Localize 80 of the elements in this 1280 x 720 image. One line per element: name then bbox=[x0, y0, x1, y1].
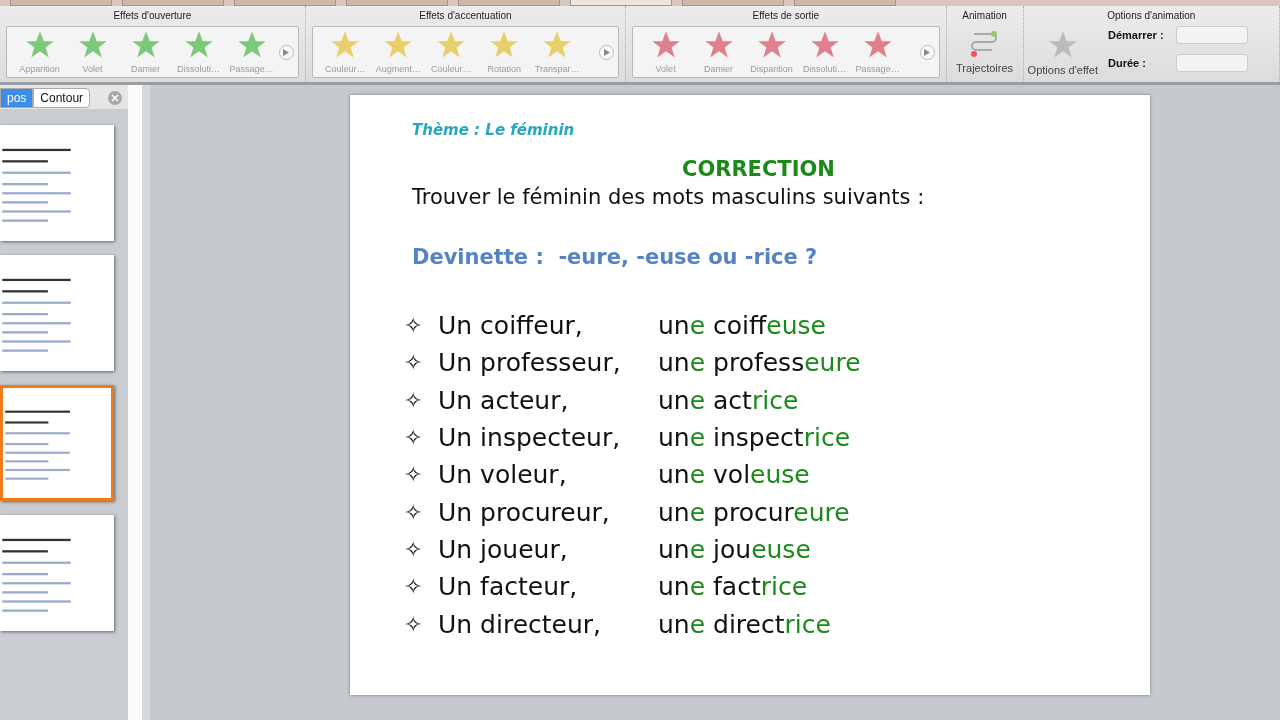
star-icon bbox=[1047, 30, 1078, 60]
bullet-icon: ✧ bbox=[404, 574, 438, 600]
effect-item[interactable]: Transpar… bbox=[530, 30, 584, 74]
effect-options-button[interactable]: Options d'effet bbox=[1027, 24, 1098, 76]
effect-item[interactable]: Dissoluti… bbox=[172, 30, 225, 74]
bullet-icon: ✧ bbox=[404, 611, 438, 637]
feminine-word: une inspectrice bbox=[658, 423, 852, 453]
effect-item[interactable]: Augment… bbox=[371, 30, 425, 74]
masculine-word: Un professeur, bbox=[438, 348, 622, 378]
masculine-word: Un procureur, bbox=[438, 497, 611, 527]
slide-thumbnail[interactable] bbox=[0, 125, 114, 241]
masculine-word: Un facteur, bbox=[438, 572, 579, 602]
field-label: Démarrer : bbox=[1108, 29, 1165, 41]
bullet-icon: ✧ bbox=[404, 462, 438, 488]
effect-item[interactable]: Couleur… bbox=[424, 30, 478, 74]
bullet-icon: ✧ bbox=[404, 350, 438, 376]
start-select[interactable] bbox=[1176, 26, 1248, 44]
effect-item[interactable]: Apparition bbox=[13, 30, 66, 74]
close-icon[interactable] bbox=[108, 91, 122, 105]
effect-item[interactable]: Passage… bbox=[851, 30, 905, 74]
effect-item[interactable]: Rotation bbox=[477, 30, 531, 74]
masculine-word: Un acteur, bbox=[438, 385, 570, 415]
pane-splitter[interactable] bbox=[128, 85, 150, 720]
menu-tab[interactable] bbox=[794, 0, 896, 6]
menu-tab[interactable] bbox=[122, 0, 224, 6]
group-title: Effets d'accentuation bbox=[418, 10, 513, 23]
masculine-word: Un inspecteur, bbox=[438, 423, 622, 453]
instruction-text: Trouver le féminin des mots masculins suivants : bbox=[412, 185, 926, 209]
slide-thumbnail[interactable] bbox=[0, 515, 114, 631]
hint-text: Devinette : -eure, -euse ou -rice ? bbox=[412, 245, 819, 269]
effect-item[interactable]: Damier bbox=[692, 30, 746, 74]
play-icon bbox=[283, 48, 290, 56]
effect-item[interactable]: Volet bbox=[66, 30, 119, 74]
pane-tab[interactable]: pos bbox=[0, 88, 34, 108]
bullet-icon: ✧ bbox=[404, 425, 438, 451]
masculine-word: Un voleur, bbox=[438, 460, 568, 490]
effect-item[interactable]: Dissoluti… bbox=[798, 30, 852, 74]
field-label: Durée : bbox=[1108, 57, 1147, 69]
effect-item[interactable]: Disparition bbox=[745, 30, 799, 74]
bullet-icon: ✧ bbox=[404, 387, 438, 413]
group-title: Animation bbox=[961, 10, 1008, 23]
paths-button[interactable]: Trajectoires bbox=[950, 24, 1019, 74]
bullet-icon: ✧ bbox=[404, 313, 438, 339]
masculine-word: Un directeur, bbox=[438, 609, 602, 639]
masculine-word: Un coiffeur, bbox=[438, 311, 584, 341]
group-title: Effets d'ouverture bbox=[112, 10, 193, 23]
feminine-word: une procureure bbox=[658, 497, 851, 527]
feminine-word: une professeure bbox=[658, 348, 862, 378]
bullet-icon: ✧ bbox=[404, 536, 438, 562]
more-button[interactable] bbox=[599, 44, 615, 60]
menu-tab[interactable] bbox=[458, 0, 560, 6]
feminine-word: une coiffeuse bbox=[658, 311, 827, 341]
slide-thumbnail[interactable] bbox=[0, 385, 114, 501]
menu-tab[interactable] bbox=[234, 0, 336, 6]
more-button[interactable] bbox=[278, 44, 294, 60]
feminine-word: une factrice bbox=[658, 572, 809, 602]
group-title: Options d'animation bbox=[1106, 10, 1197, 23]
menu-tab[interactable] bbox=[346, 0, 448, 6]
menu-tab[interactable] bbox=[682, 0, 784, 6]
feminine-word: une voleuse bbox=[658, 460, 811, 490]
menu-tab[interactable] bbox=[10, 0, 112, 6]
effect-item[interactable]: Damier bbox=[119, 30, 172, 74]
feminine-word: une joueuse bbox=[658, 534, 812, 564]
effect-item[interactable]: Couleur… bbox=[318, 30, 372, 74]
play-icon bbox=[924, 48, 931, 56]
bullet-icon: ✧ bbox=[404, 499, 438, 525]
feminine-word: une actrice bbox=[658, 385, 800, 415]
pane-tab[interactable]: Contour bbox=[33, 88, 91, 108]
duration-field[interactable] bbox=[1176, 54, 1248, 72]
play-icon bbox=[603, 48, 610, 56]
more-button[interactable] bbox=[919, 44, 935, 60]
group-title: Effets de sortie bbox=[751, 10, 821, 23]
masculine-word: Un joueur, bbox=[438, 534, 569, 564]
slide-thumbnail[interactable] bbox=[0, 255, 114, 371]
effect-item[interactable]: Volet bbox=[639, 30, 693, 74]
slide-heading: CORRECTION bbox=[682, 157, 835, 181]
menu-tab[interactable] bbox=[570, 0, 672, 6]
slide-theme: Thème : Le féminin bbox=[412, 121, 576, 139]
effect-item[interactable]: Passage… bbox=[225, 30, 278, 74]
feminine-word: une directrice bbox=[658, 609, 832, 639]
